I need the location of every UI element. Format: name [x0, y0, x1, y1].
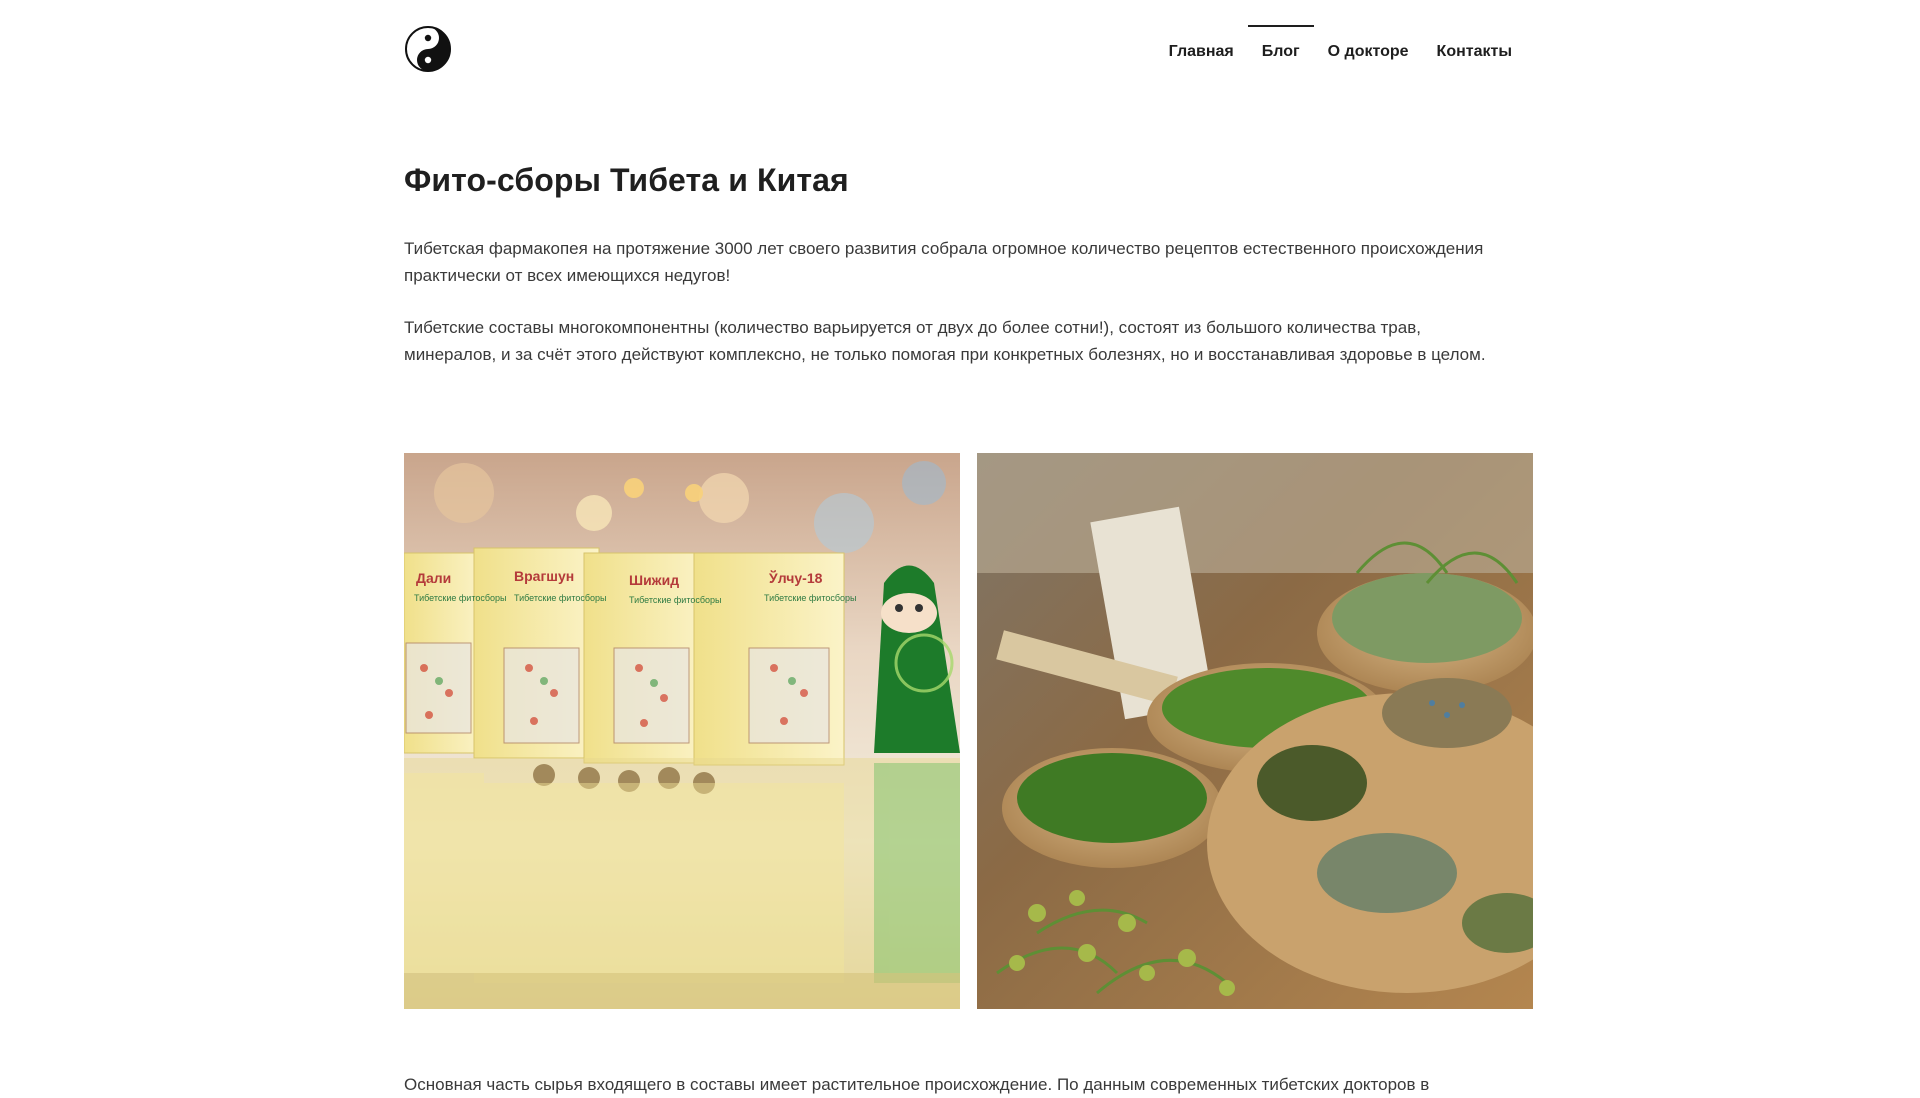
page: Главная Блог О докторе Контакты Фито-сбо…	[0, 0, 1920, 1094]
article-paragraph: Тибетские составы многокомпонентны (коли…	[404, 318, 1486, 364]
box-label: Врагшун	[514, 568, 574, 584]
yin-yang-icon	[405, 26, 451, 72]
box-label: Шижид	[629, 572, 679, 588]
page-title: Фито-сборы Тибета и Китая	[404, 162, 849, 198]
box-subtitle: Тибетские фитосборы	[629, 595, 721, 605]
box-label: Дали	[416, 570, 451, 586]
nav-item-blog[interactable]: Блог	[1247, 25, 1314, 61]
herbs-in-bowls-photo	[977, 453, 1533, 1009]
box-subtitle: Тибетские фитосборы	[514, 593, 606, 603]
main-nav: Главная Блог О докторе Контакты	[1155, 25, 1526, 61]
nav-item-home[interactable]: Главная	[1155, 25, 1248, 61]
box-label: Ўлчу-18	[768, 569, 823, 586]
box-subtitle: Тибетские фитосборы	[764, 593, 856, 603]
logo-link[interactable]	[404, 25, 452, 73]
article-paragraph: Основная часть сырья входящего в составы…	[404, 1075, 1430, 1094]
nav-item-about-doctor[interactable]: О докторе	[1314, 25, 1423, 61]
article-paragraph: Тибетская фармакопея на протяжение 3000 …	[404, 239, 1484, 285]
box-subtitle: Тибетские фитосборы	[414, 593, 506, 603]
nav-item-contacts[interactable]: Контакты	[1423, 25, 1526, 61]
tibetan-tea-boxes-photo: Дали Врагшун Шижид Ўлчу-18 Тибетские фит…	[404, 453, 960, 1009]
